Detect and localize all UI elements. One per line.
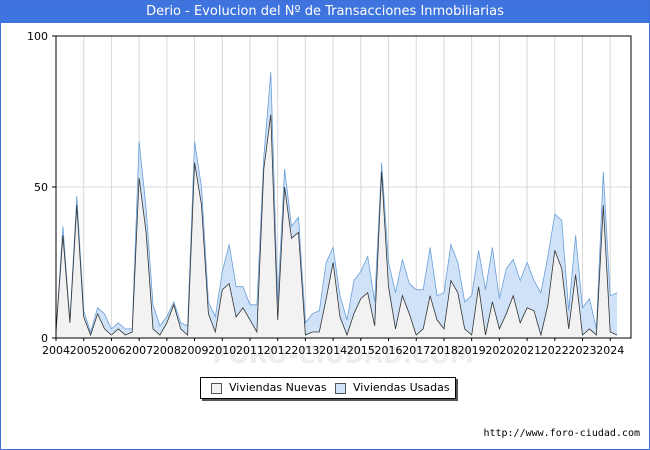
x-tick-label: 2024	[596, 344, 624, 357]
x-tick-label: 2022	[541, 344, 569, 357]
x-tick-label: 2015	[347, 344, 375, 357]
x-tick-label: 2004	[42, 344, 70, 357]
x-tick-label: 2016	[375, 344, 403, 357]
legend-swatch-nuevas	[211, 383, 222, 394]
x-tick-label: 2005	[70, 344, 98, 357]
y-tick-label: 100	[27, 30, 48, 43]
x-tick-label: 2013	[291, 344, 319, 357]
x-tick-label: 2020	[485, 344, 513, 357]
x-tick-label: 2009	[181, 344, 209, 357]
legend-label-usadas: Viviendas Usadas	[353, 381, 450, 394]
legend-label-nuevas: Viviendas Nuevas	[229, 381, 327, 394]
source-link[interactable]: http://www.foro-ciudad.com	[483, 428, 640, 439]
x-tick-label: 2008	[153, 344, 181, 357]
y-tick-label: 50	[34, 181, 48, 194]
x-tick-label: 2006	[97, 344, 125, 357]
x-tick-label: 2014	[319, 344, 347, 357]
x-tick-label: 2017	[402, 344, 430, 357]
x-tick-label: 2012	[264, 344, 292, 357]
x-tick-label: 2021	[513, 344, 541, 357]
x-tick-label: 2023	[569, 344, 597, 357]
x-tick-label: 2018	[430, 344, 458, 357]
x-tick-label: 2011	[236, 344, 264, 357]
x-tick-label: 2019	[458, 344, 486, 357]
legend: Viviendas Nuevas Viviendas Usadas	[200, 377, 456, 399]
chart-frame: Derio - Evolucion del Nº de Transaccione…	[0, 0, 650, 450]
legend-swatch-usadas	[335, 383, 346, 394]
x-tick-label: 2010	[208, 344, 236, 357]
x-tick-label: 2007	[125, 344, 153, 357]
